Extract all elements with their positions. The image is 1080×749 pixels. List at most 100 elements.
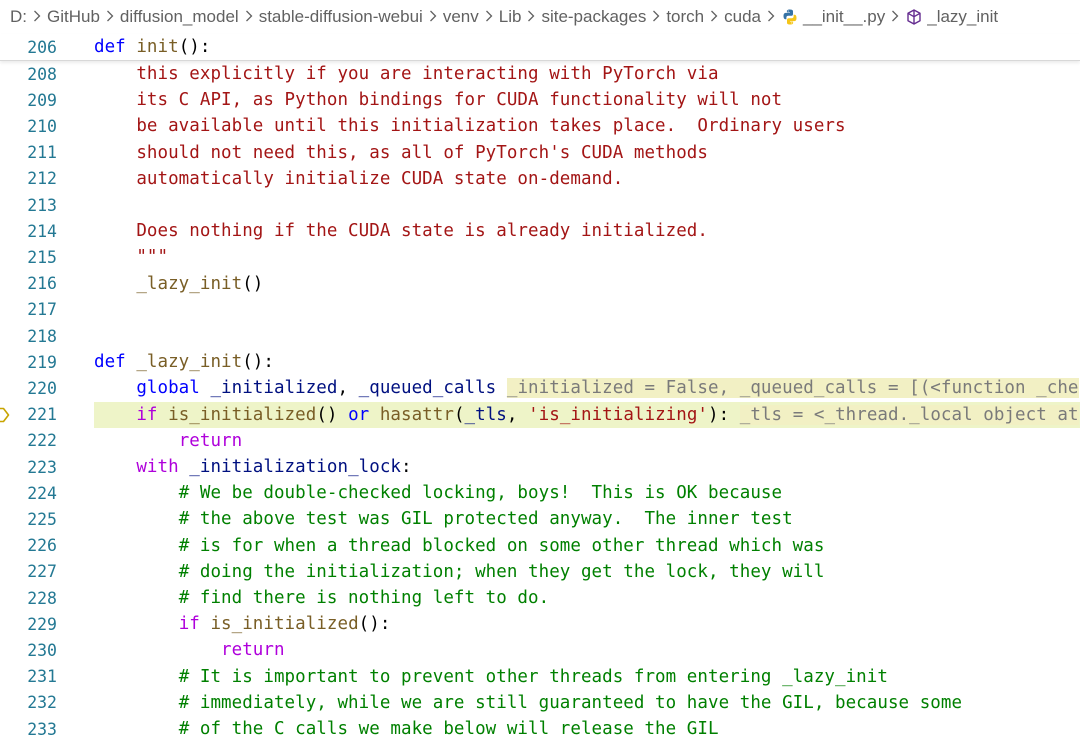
code-line[interactable]: 220 global _initialized, _queued_calls _… <box>0 375 1080 401</box>
code-line[interactable]: 210 be available until this initializati… <box>0 113 1080 139</box>
line-code: Does nothing if the CUDA state is alread… <box>94 221 708 241</box>
code-token: def <box>94 352 137 373</box>
line-number: 214 <box>27 221 57 241</box>
line-number: 227 <box>27 562 57 582</box>
code-line[interactable]: 216 _lazy_init() <box>0 271 1080 297</box>
breadcrumb-item[interactable]: Lib <box>499 7 522 27</box>
line-code: # It is important to prevent other threa… <box>94 667 888 687</box>
code-line[interactable]: 227 # doing the initialization; when the… <box>0 559 1080 585</box>
symbol-method-icon <box>905 8 923 26</box>
code-line[interactable]: 232 # immediately, while we are still gu… <box>0 690 1080 716</box>
code-line[interactable]: 233 # of the C calls we make below will … <box>0 716 1080 742</box>
code-line[interactable]: 214 Does nothing if the CUDA state is al… <box>0 218 1080 244</box>
code-line[interactable]: 229 if is_initialized(): <box>0 611 1080 637</box>
sticky-code: def init(): <box>94 37 210 57</box>
line-number: 211 <box>27 143 57 163</box>
code-line[interactable]: 226 # is for when a thread blocked on so… <box>0 533 1080 559</box>
code-token: global <box>136 378 211 399</box>
code-editor[interactable]: 208 this explicitly if you are interacti… <box>0 61 1080 749</box>
code-token: _initialized <box>210 378 338 399</box>
code-token: is_initialized <box>210 614 359 635</box>
code-token: # is for when a thread blocked on some o… <box>178 535 825 556</box>
breadcrumb-item[interactable]: torch <box>666 7 704 27</box>
breadcrumb: D: GitHub diffusion_model stable-diffusion-… <box>0 0 1080 34</box>
code-token: _queued_calls <box>358 378 497 399</box>
inline-value-hint: _initialized = False, _queued_calls = [(… <box>506 378 1079 399</box>
code-line[interactable]: 212 automatically initialize CUDA state … <box>0 166 1080 192</box>
line-code: return <box>94 640 285 660</box>
code-line[interactable]: 213 <box>0 192 1080 218</box>
line-code: _lazy_init() <box>94 274 263 294</box>
code-line[interactable]: 228 # find there is nothing left to do. <box>0 585 1080 611</box>
line-code: global _initialized, _queued_calls _init… <box>94 378 1079 399</box>
code-line[interactable]: 222 return <box>0 428 1080 454</box>
code-token: # doing the initialization; when they ge… <box>178 561 825 582</box>
line-number: 224 <box>27 483 57 503</box>
breadcrumb-item[interactable]: venv <box>443 7 479 27</box>
code-line[interactable]: 215 """ <box>0 244 1080 270</box>
code-line[interactable]: 209 its C API, as Python bindings for CU… <box>0 87 1080 113</box>
code-token: # of the C calls we make below will rele… <box>178 719 719 740</box>
chevron-right-icon <box>527 9 535 26</box>
breadcrumb-item[interactable]: D: <box>10 7 27 27</box>
line-code: # of the C calls we make below will rele… <box>94 719 719 739</box>
code-line[interactable]: 219 def _lazy_init(): <box>0 349 1080 375</box>
code-token: # find there is nothing left to do. <box>178 588 550 609</box>
code-line[interactable]: 225 # the above test was GIL protected a… <box>0 506 1080 532</box>
inline-value-hint: _tls = <_thread._local object at <box>739 404 1079 425</box>
code-token: def <box>94 37 137 57</box>
breadcrumb-item[interactable]: site-packages <box>541 7 646 27</box>
breadcrumb-item[interactable]: __init__.py <box>781 7 885 27</box>
code-token: ): <box>708 404 740 425</box>
code-line[interactable]: 224 # We be double-checked locking, boys… <box>0 480 1080 506</box>
code-line[interactable]: 217 <box>0 297 1080 323</box>
sticky-scroll-line[interactable]: 206 def init(): <box>0 34 1080 61</box>
code-token: _tls <box>464 404 507 425</box>
code-token: : <box>401 457 412 478</box>
code-token: this explicitly if you are interacting w… <box>136 64 719 85</box>
code-token: if <box>178 614 211 635</box>
line-code: automatically initialize CUDA state on-d… <box>94 169 623 189</box>
line-number: 219 <box>27 352 57 372</box>
line-number: 213 <box>27 195 57 215</box>
code-line[interactable]: 231 # It is important to prevent other t… <box>0 664 1080 690</box>
code-token: 'is_initializing' <box>528 404 709 425</box>
code-token: (): <box>242 352 274 373</box>
line-code: be available until this initialization t… <box>94 116 846 136</box>
code-token: # We be double-checked locking, boys! Th… <box>178 483 783 504</box>
code-line[interactable]: 230 return <box>0 637 1080 663</box>
chevron-right-icon <box>652 9 660 26</box>
current-debug-line[interactable]: 221 if is_initialized() or hasattr(_tls,… <box>0 401 1080 428</box>
line-number: 233 <box>27 719 57 739</box>
breadcrumb-item[interactable]: _lazy_init <box>905 7 998 27</box>
breadcrumb-label: stable-diffusion-webui <box>258 7 423 26</box>
breadcrumb-item[interactable]: GitHub <box>47 7 100 27</box>
code-token: # the above test was GIL protected anywa… <box>178 509 793 530</box>
code-line[interactable]: 223 with _initialization_lock: <box>0 454 1080 480</box>
line-number: 208 <box>27 64 57 84</box>
breadcrumb-item[interactable]: diffusion_model <box>120 7 239 27</box>
breadcrumb-label: venv <box>442 7 479 26</box>
chevron-right-icon <box>710 9 718 26</box>
breadcrumb-item[interactable]: stable-diffusion-webui <box>259 7 423 27</box>
code-line[interactable]: 208 this explicitly if you are interacti… <box>0 61 1080 87</box>
breadcrumb-item[interactable]: cuda <box>724 7 761 27</box>
line-number: 210 <box>27 116 57 136</box>
code-line[interactable]: 218 <box>0 323 1080 349</box>
line-number: 216 <box>27 274 57 294</box>
breadcrumb-label: _lazy_init <box>927 7 999 26</box>
line-code: # immediately, while we are still guaran… <box>94 693 962 713</box>
line-number: 220 <box>27 378 57 398</box>
breadcrumb-label: GitHub <box>47 7 100 26</box>
line-code: # We be double-checked locking, boys! Th… <box>94 483 782 503</box>
line-number: 209 <box>27 90 57 110</box>
code-line[interactable]: 211 should not need this, as all of PyTo… <box>0 140 1080 166</box>
